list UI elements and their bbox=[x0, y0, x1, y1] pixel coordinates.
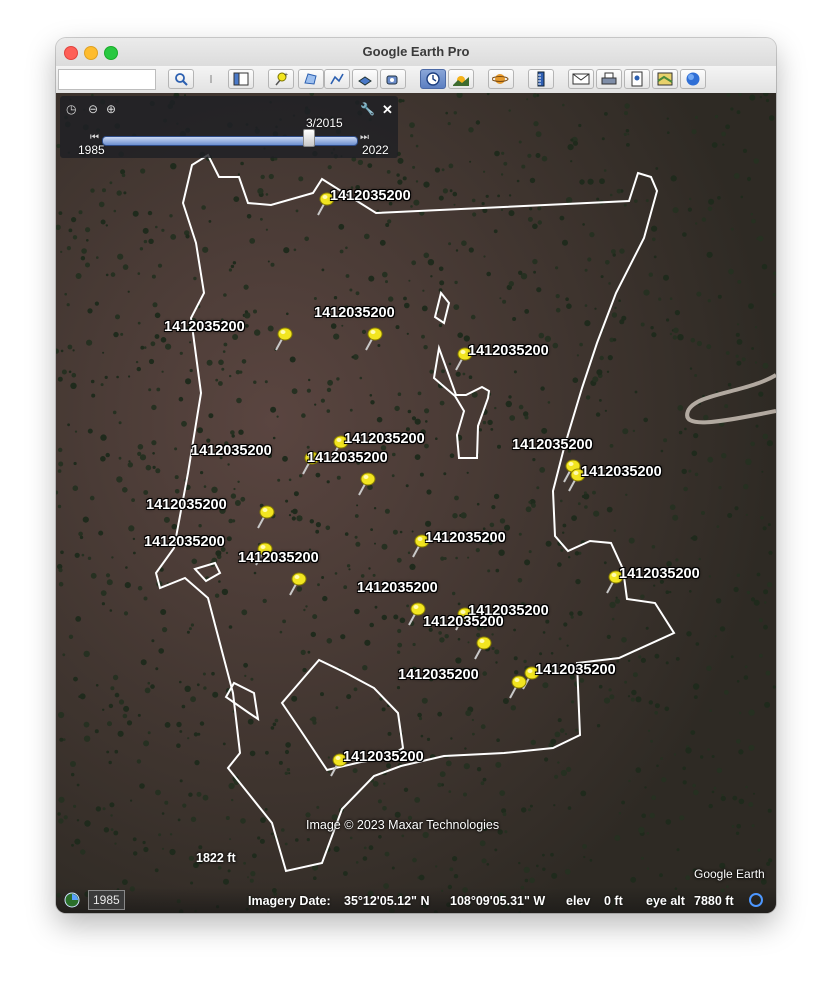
sidebar-button[interactable] bbox=[228, 69, 254, 89]
add-placemark-button[interactable]: + bbox=[268, 69, 294, 89]
planets-button[interactable] bbox=[488, 69, 514, 89]
view-in-google-maps-button[interactable] bbox=[652, 69, 678, 89]
elevation-label: elev bbox=[566, 894, 591, 908]
time-slider-track[interactable] bbox=[102, 136, 358, 146]
title-bar[interactable]: Google Earth Pro bbox=[56, 38, 776, 66]
clock-icon[interactable]: ◷ bbox=[66, 102, 76, 116]
placemark-pin-icon[interactable] bbox=[362, 326, 384, 352]
google-earth-logo: Google Earth bbox=[694, 867, 765, 881]
current-date-label: 3/2015 bbox=[306, 116, 343, 130]
placemark-label[interactable]: 1412035200 bbox=[144, 535, 225, 550]
year-badge: 1985 bbox=[88, 890, 125, 910]
add-image-overlay-button[interactable] bbox=[352, 69, 378, 89]
end-year-label: 2022 bbox=[362, 143, 389, 157]
elevation-value: 0 ft bbox=[604, 894, 623, 908]
latitude-readout: 35°12'05.12" N bbox=[344, 894, 430, 908]
placemark-label[interactable]: 1412035200 bbox=[398, 668, 479, 683]
search-icon bbox=[175, 73, 188, 86]
imagery-attribution: Image © 2023 Maxar Technologies bbox=[306, 818, 500, 832]
placemark-label[interactable]: 1412035200 bbox=[357, 581, 438, 596]
app-window: Google Earth Pro + 1412035200 1412035200… bbox=[56, 38, 776, 913]
placemark-pin-icon[interactable] bbox=[254, 504, 276, 530]
map-view[interactable]: 1412035200 1412035200 1412035200 1412035200… bbox=[56, 93, 776, 913]
planets-icon bbox=[492, 74, 509, 84]
placemark-label[interactable]: 1412035200 bbox=[425, 531, 506, 546]
step-forward-icon[interactable]: ⏭ bbox=[360, 132, 369, 143]
placemark-label[interactable]: 1412035200 bbox=[468, 344, 549, 359]
sunlight-icon bbox=[453, 76, 469, 86]
print-button[interactable] bbox=[596, 69, 622, 89]
placemark-label[interactable]: 1412035200 bbox=[330, 189, 411, 204]
tour-button[interactable] bbox=[198, 69, 224, 89]
placemark-label[interactable]: 1412035200 bbox=[581, 465, 662, 480]
placemark-label[interactable]: 1412035200 bbox=[535, 663, 616, 678]
search-button[interactable] bbox=[168, 69, 194, 89]
eye-altitude-value: 7880 ft bbox=[694, 894, 734, 908]
record-tour-button[interactable] bbox=[380, 69, 406, 89]
step-back-icon[interactable]: ⏮ bbox=[90, 132, 99, 143]
image-overlay-icon bbox=[358, 76, 372, 86]
placemark-pin-icon[interactable] bbox=[355, 471, 377, 497]
earth-gallery-button[interactable] bbox=[680, 69, 706, 89]
zoom-out-icon[interactable]: ⊖ bbox=[88, 102, 98, 116]
eye-altitude-label: eye alt bbox=[646, 894, 685, 908]
placemark-label[interactable]: 1412035200 bbox=[512, 438, 593, 453]
placemark-icon: + bbox=[275, 72, 288, 86]
sidebar-icon bbox=[233, 72, 249, 86]
record-tour-icon bbox=[386, 75, 398, 85]
save-image-button[interactable] bbox=[624, 69, 650, 89]
svg-text:+: + bbox=[284, 72, 288, 79]
historical-imagery-button[interactable] bbox=[420, 69, 446, 89]
placemark-label[interactable]: 1412035200 bbox=[314, 306, 395, 321]
placemark-pin-icon[interactable] bbox=[286, 571, 308, 597]
loading-indicator-icon bbox=[749, 893, 763, 907]
email-icon bbox=[572, 73, 590, 85]
zoom-in-icon[interactable]: ⊕ bbox=[106, 102, 116, 116]
save-image-icon bbox=[631, 71, 643, 87]
add-polygon-button[interactable] bbox=[298, 69, 324, 89]
window-title: Google Earth Pro bbox=[362, 44, 470, 59]
placemark-label[interactable]: 1412035200 bbox=[191, 444, 272, 459]
path-icon bbox=[330, 73, 344, 85]
earth-gallery-icon bbox=[686, 72, 700, 86]
globe-icon[interactable] bbox=[64, 892, 80, 908]
close-icon[interactable]: ✕ bbox=[382, 102, 393, 118]
scale-label: 1822 ft bbox=[196, 851, 236, 865]
search-input[interactable] bbox=[58, 69, 156, 90]
start-year-label: 1985 bbox=[78, 143, 105, 157]
time-slider-panel: ◷ ⊖ ⊕ 🔧 ✕ 3/2015 ⏮ ⏭ 1985 2022 bbox=[60, 96, 398, 158]
placemark-pin-icon[interactable] bbox=[272, 326, 294, 352]
placemark-label[interactable]: 1412035200 bbox=[344, 432, 425, 447]
tour-icon bbox=[210, 75, 212, 83]
status-bar: 1985 Imagery Date: 35°12'05.12" N 108°09… bbox=[56, 887, 776, 913]
placemark-label[interactable]: 1412035200 bbox=[423, 615, 504, 630]
placemark-pin-icon[interactable] bbox=[471, 635, 493, 661]
print-icon bbox=[601, 72, 617, 85]
ruler-icon bbox=[537, 71, 545, 87]
placemark-label[interactable]: 1412035200 bbox=[619, 567, 700, 582]
placemark-pin-icon[interactable] bbox=[506, 674, 528, 700]
placemark-label[interactable]: 1412035200 bbox=[164, 320, 245, 335]
email-button[interactable] bbox=[568, 69, 594, 89]
settings-wrench-icon[interactable]: 🔧 bbox=[360, 102, 375, 116]
toolbar: + bbox=[56, 66, 776, 94]
sunlight-button[interactable] bbox=[448, 69, 474, 89]
polygon-icon bbox=[304, 73, 317, 85]
longitude-readout: 108°09'05.31" W bbox=[450, 894, 546, 908]
placemark-label[interactable]: 1412035200 bbox=[307, 451, 388, 466]
placemark-label[interactable]: 1412035200 bbox=[146, 498, 227, 513]
historical-imagery-icon bbox=[426, 72, 440, 86]
placemark-label[interactable]: 1412035200 bbox=[343, 750, 424, 765]
placemark-label[interactable]: 1412035200 bbox=[238, 551, 319, 566]
imagery-date-label: Imagery Date: bbox=[248, 894, 331, 908]
time-slider-thumb[interactable] bbox=[302, 129, 315, 147]
view-in-maps-icon bbox=[657, 72, 673, 86]
add-path-button[interactable] bbox=[324, 69, 350, 89]
ruler-button[interactable] bbox=[528, 69, 554, 89]
